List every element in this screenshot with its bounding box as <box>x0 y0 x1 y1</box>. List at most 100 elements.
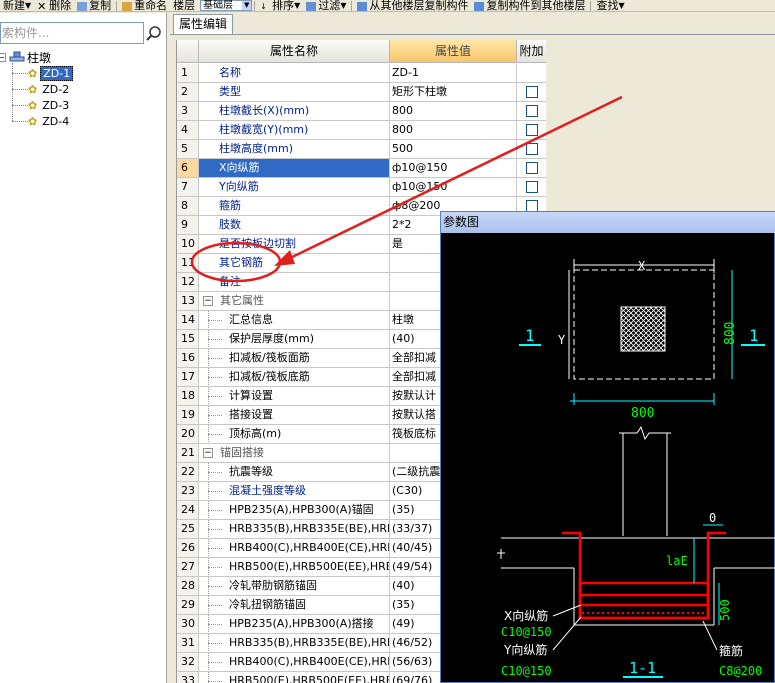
extra-checkbox[interactable] <box>525 162 538 174</box>
property-value[interactable]: 500 <box>390 140 517 159</box>
header-number <box>177 40 199 63</box>
header-name[interactable]: 属性名称 <box>199 40 390 63</box>
tree-item-zd-3[interactable]: ✿ ZD-3 <box>12 97 69 113</box>
grid-header: 属性名称 属性值 附加 <box>177 40 546 63</box>
property-name[interactable]: 箍筋 <box>199 197 390 216</box>
property-name[interactable]: HRB335(B),HRB335E(BE),HRBF <box>199 520 390 539</box>
tree-connector <box>208 472 222 473</box>
diagram-title[interactable]: 参数图 <box>441 212 775 233</box>
property-name[interactable]: 柱墩截长(X)(mm) <box>199 102 390 121</box>
tab-divider <box>170 34 775 35</box>
table-row[interactable]: 7 Y向纵筋 ф10@150 <box>177 178 546 197</box>
property-value[interactable]: 矩形下柱墩 <box>390 83 517 102</box>
dim-800-vertical: 800 <box>723 322 738 345</box>
tree-item-zd-2[interactable]: ✿ ZD-2 <box>12 81 69 97</box>
new-button[interactable]: 新建 ▼ <box>0 0 34 11</box>
stirrup-label: 箍筋 <box>719 643 743 658</box>
header-extra[interactable]: 附加 <box>517 40 546 63</box>
sort-button[interactable]: ↓ 排序 ▼ <box>257 0 303 11</box>
property-name-text: 柱墩截宽(Y)(mm) <box>219 123 309 136</box>
property-name[interactable]: HRB500(E),HRB500E(EE),HRBF <box>199 558 390 577</box>
property-name[interactable]: HRB400(C),HRB400E(CE),HRBF <box>199 539 390 558</box>
property-name[interactable]: 其它钢筋 <box>199 254 390 273</box>
property-name[interactable]: 搭接设置 <box>199 406 390 425</box>
tree-item-zd-4[interactable]: ✿ ZD-4 <box>12 113 69 129</box>
property-name[interactable]: 柱墩截宽(Y)(mm) <box>199 121 390 140</box>
property-name[interactable]: Y向纵筋 <box>199 178 390 197</box>
property-value[interactable]: 800 <box>390 102 517 121</box>
search-button[interactable] <box>145 22 165 44</box>
property-name[interactable]: HRB335(B),HRB335E(BE),HRBF <box>199 634 390 653</box>
table-row[interactable]: 1 名称 ZD-1 <box>177 64 546 83</box>
tree-root-label: 柱墩 <box>27 50 52 65</box>
property-name-text: HRB500(E),HRB500E(EE),HRBF <box>229 674 390 683</box>
tree-item-zd-1[interactable]: ✿ ZD-1 <box>12 65 74 81</box>
property-name[interactable]: 汇总信息 <box>199 311 390 330</box>
property-name[interactable]: 名称 <box>199 64 390 83</box>
table-row[interactable]: 6 X向纵筋 ф10@150 <box>177 159 546 178</box>
floor-select[interactable]: 基础层 ▼ <box>200 0 253 11</box>
copy-icon <box>77 2 88 11</box>
extra-checkbox[interactable] <box>525 181 538 193</box>
property-name[interactable]: 肢数 <box>199 216 390 235</box>
table-row[interactable]: 2 类型 矩形下柱墩 <box>177 83 546 102</box>
copy-button[interactable]: 复制 <box>74 0 114 11</box>
tab-properties[interactable]: 属性编辑 <box>173 14 233 34</box>
property-name[interactable]: 类型 <box>199 83 390 102</box>
rename-button[interactable]: 重命名 <box>119 0 170 11</box>
property-name[interactable]: − 其它属性 <box>199 292 390 311</box>
find-button[interactable]: 查找 ▼ <box>593 0 627 11</box>
property-value[interactable]: ф10@150 <box>390 159 517 178</box>
property-name-text: HRB500(E),HRB500E(EE),HRBF <box>229 560 390 573</box>
property-name[interactable]: 计算设置 <box>199 387 390 406</box>
property-name[interactable]: X向纵筋 <box>199 159 390 178</box>
search-input[interactable]: 索构件... <box>0 22 144 44</box>
extra-checkbox[interactable] <box>525 143 538 155</box>
property-name[interactable]: 是否按板边切割 <box>199 235 390 254</box>
property-name[interactable]: HPB235(A),HPB300(A)锚固 <box>199 501 390 520</box>
extra-cell <box>517 102 546 121</box>
property-name-text: 是否按板边切割 <box>219 237 296 250</box>
tree-connector <box>208 548 222 549</box>
property-name[interactable]: HRB500(E),HRB500E(EE),HRBF <box>199 672 390 683</box>
property-name[interactable]: 柱墩高度(mm) <box>199 140 390 159</box>
tree-item-label: ZD-4 <box>42 114 70 128</box>
property-name[interactable]: HPB235(A),HPB300(A)搭接 <box>199 615 390 634</box>
property-name[interactable]: 扣减板/筏板面筋 <box>199 349 390 368</box>
tree-connector <box>208 396 222 397</box>
property-value[interactable]: 800 <box>390 121 517 140</box>
table-row[interactable]: 4 柱墩截宽(Y)(mm) 800 <box>177 121 546 140</box>
collapse-icon[interactable]: − <box>203 448 213 458</box>
filter-button[interactable]: 过滤 ▼ <box>303 0 349 11</box>
tree-root[interactable]: − 柱墩 <box>0 49 51 65</box>
collapse-icon[interactable]: − <box>0 52 6 62</box>
property-name[interactable]: − 锚固搭接 <box>199 444 390 463</box>
property-name[interactable]: 冷轧带肋钢筋锚固 <box>199 577 390 596</box>
row-number: 4 <box>177 121 199 140</box>
property-name[interactable]: HRB400(C),HRB400E(CE),HRBF <box>199 653 390 672</box>
copy-from-floor-button[interactable]: 从其他楼层复制构件 <box>354 0 471 11</box>
collapse-icon[interactable]: − <box>203 296 213 306</box>
row-number: 21 <box>177 444 199 463</box>
property-value[interactable]: ф10@150 <box>390 178 517 197</box>
delete-button[interactable]: ✕ 删除 <box>34 0 74 11</box>
parameter-diagram-window: 参数图 X Y 800 800 1 1 laE 0 500 X向纵筋 C10@1… <box>440 211 775 683</box>
property-value[interactable]: ZD-1 <box>390 64 517 83</box>
extra-checkbox[interactable] <box>525 124 538 136</box>
property-name-text: HRB400(C),HRB400E(CE),HRBF <box>229 541 390 554</box>
property-name[interactable]: 保护层厚度(mm) <box>199 330 390 349</box>
property-name[interactable]: 顶标高(m) <box>199 425 390 444</box>
extra-checkbox[interactable] <box>525 86 538 98</box>
header-value[interactable]: 属性值 <box>390 40 517 63</box>
property-name[interactable]: 扣减板/筏板底筋 <box>199 368 390 387</box>
property-name-text: HRB335(B),HRB335E(BE),HRBF <box>229 522 390 535</box>
property-name[interactable]: 备注 <box>199 273 390 292</box>
copy-to-floor-button[interactable]: 复制构件到其他楼层 <box>471 0 588 11</box>
table-row[interactable]: 5 柱墩高度(mm) 500 <box>177 140 546 159</box>
extra-checkbox[interactable] <box>525 105 538 117</box>
property-name[interactable]: 混凝土强度等级 <box>199 482 390 501</box>
table-row[interactable]: 3 柱墩截长(X)(mm) 800 <box>177 102 546 121</box>
property-name[interactable]: 抗震等级 <box>199 463 390 482</box>
property-name-text: HRB335(B),HRB335E(BE),HRBF <box>229 636 390 649</box>
property-name[interactable]: 冷轧扭钢筋锚固 <box>199 596 390 615</box>
